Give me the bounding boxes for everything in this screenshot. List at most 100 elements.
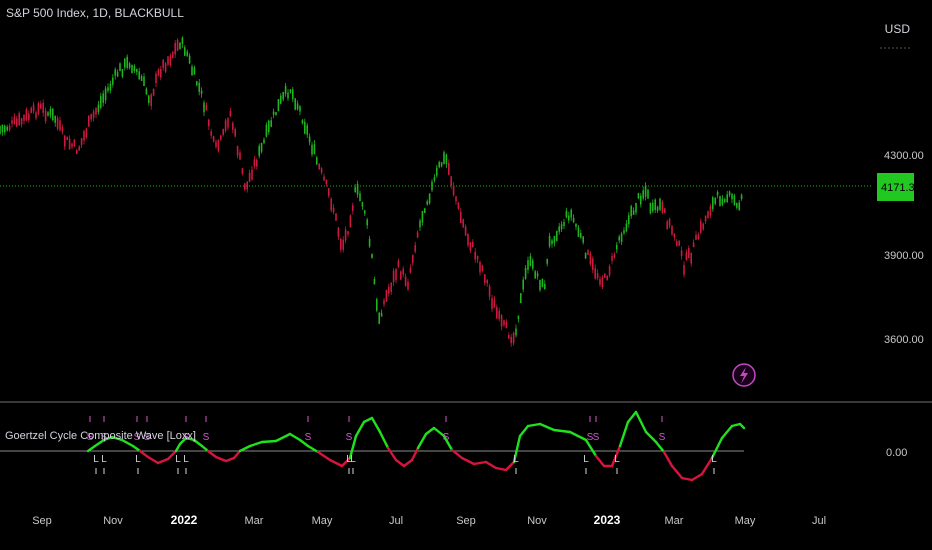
price-candle-body [251, 169, 253, 180]
price-candle-body [596, 273, 599, 279]
price-candle-body [640, 195, 642, 205]
price-candle-body [162, 59, 164, 68]
price-candle-body [54, 115, 56, 123]
price-candle-body [671, 225, 673, 235]
price-candle-body [172, 51, 174, 59]
price-candle-body [128, 63, 131, 68]
price-candle-body [191, 66, 193, 76]
price-candle-body [6, 126, 8, 131]
price-candle-body [556, 231, 558, 241]
price-candle-body [109, 83, 112, 91]
price-candle-body [71, 143, 73, 148]
price-candle-body [277, 99, 280, 112]
long-marker: L [135, 454, 141, 465]
price-candle-body [637, 193, 640, 199]
time-label: Sep [456, 515, 476, 527]
price-candle-body [68, 138, 71, 150]
price-candle-body [599, 278, 601, 285]
price-candle-body [695, 234, 697, 240]
price-candle-body [529, 256, 532, 266]
price-candle-body [160, 68, 162, 78]
time-axis[interactable]: Sep Nov 2022 Mar May Jul Sep Nov 2023 Ma… [32, 513, 826, 527]
price-candle-body [97, 104, 100, 113]
price-candle-body [484, 274, 486, 283]
time-label: Mar [245, 515, 264, 527]
price-candle-body [148, 95, 150, 104]
price-candle-body [145, 88, 148, 95]
short-marker: S [203, 432, 210, 443]
price-candle-body [20, 118, 23, 125]
price-candle-body [678, 240, 680, 246]
price-candle-body [308, 136, 311, 143]
price-candle-body [539, 279, 541, 291]
time-label: Mar [665, 515, 684, 527]
price-candle-body [589, 253, 592, 265]
price-candle-body [476, 255, 479, 260]
price-candle-body [503, 320, 505, 326]
price-candle-body [253, 159, 256, 166]
long-marker: L [101, 454, 107, 465]
price-candle-body [294, 98, 296, 110]
price-candle-body [47, 112, 49, 116]
time-label: Sep [32, 515, 52, 527]
price-candle-body [318, 163, 320, 170]
price-candle-body [40, 103, 42, 109]
price-candle-body [352, 205, 354, 211]
price-candle-body [397, 260, 400, 267]
wave-segment [568, 430, 588, 442]
price-candle-body [460, 211, 462, 224]
price-candle-body [692, 242, 695, 248]
currency-label[interactable]: USD [885, 22, 910, 36]
price-candle-body [284, 85, 287, 94]
price-candle-body [176, 40, 179, 51]
price-candle-body [260, 142, 263, 152]
price-candle-body [88, 115, 90, 127]
price-candle-body [83, 130, 85, 141]
price-candle-body [467, 233, 469, 246]
wave-segment [644, 430, 658, 444]
price-scale[interactable]: 4300.00 3900.00 3600.00 4171.30 0.00 [877, 47, 924, 459]
wave-segment [594, 454, 606, 468]
price-candle-body [623, 230, 625, 234]
price-candle-body [112, 77, 114, 85]
short-marker: S [443, 432, 450, 443]
price-candle-body [700, 221, 702, 233]
price-candle-body [361, 202, 364, 207]
price-candle-body [570, 209, 572, 218]
price-candle-body [580, 233, 582, 238]
wave-segment [206, 449, 218, 459]
price-candle-body [587, 250, 589, 256]
price-candle-body [584, 252, 587, 259]
price-pane[interactable] [0, 36, 872, 347]
price-candle-body [376, 299, 378, 311]
indicator-label[interactable]: Goertzel Cycle Composite Wave [Loxx] [5, 430, 196, 442]
price-candle-body [76, 149, 78, 155]
symbol-title[interactable]: S&P 500 Index, 1D, BLACKBULL [6, 6, 184, 20]
lightning-icon[interactable] [732, 363, 756, 387]
price-candle-body [1, 124, 4, 133]
price-candle-body [92, 111, 95, 118]
price-candle-body [520, 293, 522, 304]
price-candle-body [438, 162, 440, 168]
price-candle-body [368, 238, 371, 247]
price-candle-body [412, 254, 414, 263]
price-candle-body [155, 73, 157, 84]
price-candle-body [332, 207, 335, 213]
price-candle-body [611, 256, 613, 261]
price-candle-body [11, 120, 13, 124]
price-candle-body [728, 191, 731, 196]
price-candle-body [85, 128, 88, 138]
wave-segment [472, 460, 488, 466]
price-candle-body [380, 312, 383, 317]
indicator-pane[interactable]: S S S S S S S S S S S SL L L L L LL L L L L [0, 410, 746, 482]
price-candle-body [347, 231, 349, 235]
price-candle-body [131, 64, 133, 73]
price-candle-body [486, 280, 488, 284]
wave-segment [394, 458, 406, 468]
price-candle-body [740, 194, 743, 199]
price-candle-body [510, 336, 512, 344]
chart-canvas[interactable]: S S S S S S S S S S S SL L L L L LL L L L L 4300.00 3900.00 … [0, 0, 932, 550]
price-candle-body [616, 244, 618, 250]
short-marker: S [305, 432, 312, 443]
price-candle-body [49, 108, 52, 116]
